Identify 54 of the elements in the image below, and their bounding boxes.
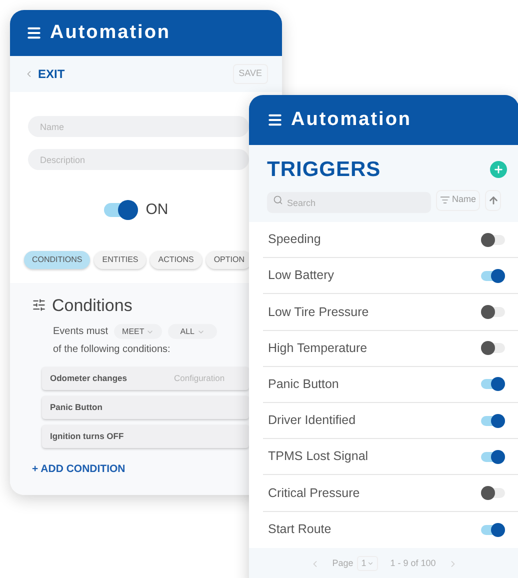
- trigger-label: Critical Pressure: [268, 484, 360, 502]
- trigger-label: High Temperature: [268, 340, 368, 357]
- toggle-switch[interactable]: [481, 234, 505, 245]
- sort-icon: [440, 195, 450, 205]
- menu-icon[interactable]: [267, 112, 283, 128]
- menu-icon[interactable]: [26, 25, 42, 41]
- add-condition-link[interactable]: + ADD CONDITION: [32, 462, 126, 478]
- trigger-label: Speeding: [268, 231, 321, 248]
- exit-button[interactable]: EXIT: [24, 65, 65, 83]
- trigger-label: Low Tire Pressure: [268, 304, 369, 321]
- trigger-label: Panic Button: [268, 376, 339, 393]
- condition-label: Odometer changes: [50, 372, 127, 385]
- condition-detail: Configuration: [174, 372, 225, 385]
- condition-label: Panic Button: [50, 401, 102, 414]
- toggle-switch[interactable]: [481, 452, 505, 462]
- toggle-switch[interactable]: [481, 270, 505, 281]
- arrow-up-icon: [488, 194, 498, 206]
- all-dropdown[interactable]: ALL: [168, 324, 216, 339]
- section-title: Conditions: [52, 294, 132, 316]
- toggle-switch[interactable]: [481, 488, 505, 498]
- condition-row[interactable]: Panic Button: [42, 396, 249, 419]
- trigger-label: Start Route: [268, 521, 332, 538]
- chevron-down-icon: [367, 560, 374, 568]
- name-field[interactable]: Name: [28, 116, 249, 137]
- tab[interactable]: CONDITIONS: [24, 250, 90, 268]
- toggle-switch[interactable]: [481, 379, 505, 390]
- trigger-label: Low Battery: [268, 267, 334, 284]
- page-range: 1 - 9 of 100: [390, 556, 436, 570]
- condition-label: Ignition turns OFF: [50, 430, 124, 443]
- search-field[interactable]: Search: [267, 192, 431, 213]
- toggle-switch[interactable]: [481, 416, 505, 426]
- trigger-label: Driver Identified: [268, 412, 356, 430]
- page-label: Page: [332, 556, 354, 570]
- toggle-switch[interactable]: [104, 203, 138, 218]
- meet-dropdown[interactable]: MEET: [114, 324, 162, 339]
- triggers-heading: TRIGGERS: [267, 157, 381, 183]
- app-title: Automation: [291, 108, 412, 132]
- search-icon: [273, 195, 283, 205]
- tab[interactable]: ACTIONS: [150, 250, 202, 268]
- rule-text: of the following conditions:: [53, 343, 170, 357]
- tab[interactable]: ENTITIES: [94, 250, 146, 268]
- trigger-label: TPMS Lost Signal: [268, 448, 368, 466]
- status-label: ON: [146, 200, 168, 220]
- plus-icon: [493, 164, 504, 176]
- toggle-switch[interactable]: [481, 306, 505, 317]
- filter-icon: [32, 298, 46, 312]
- toggle-switch[interactable]: [481, 524, 505, 535]
- condition-row[interactable]: Ignition turns OFF: [42, 425, 249, 448]
- condition-row[interactable]: Odometer changes Configuration: [42, 367, 249, 390]
- sort-direction-button[interactable]: [485, 190, 501, 210]
- description-field[interactable]: Description: [28, 149, 249, 170]
- toggle-switch[interactable]: [481, 343, 505, 354]
- app-title: Automation: [50, 20, 171, 45]
- rule-text: Events must: [53, 325, 108, 339]
